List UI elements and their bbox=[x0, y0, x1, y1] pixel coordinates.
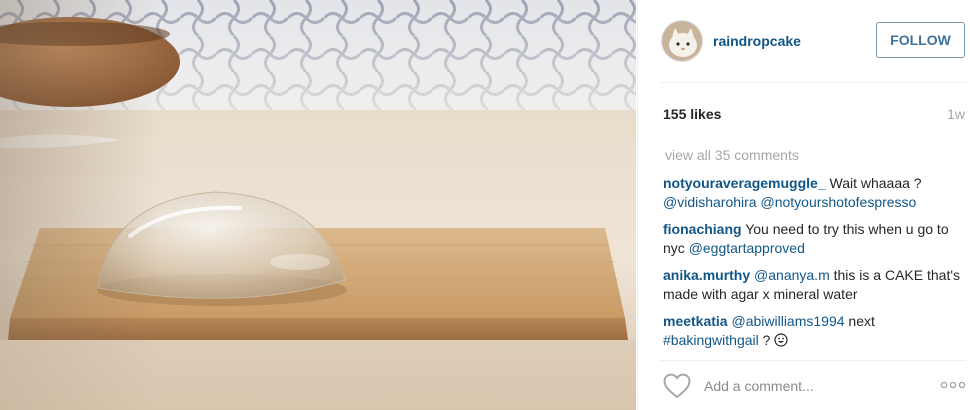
comment-item: anika.murthy @ananya.m this is a CAKE th… bbox=[663, 266, 963, 304]
comment-mention[interactable]: @ananya.m bbox=[754, 267, 830, 283]
comment-mention[interactable]: @eggtartapproved bbox=[689, 240, 805, 256]
follow-button[interactable]: FOLLOW bbox=[876, 22, 965, 58]
comment-mention[interactable]: @notyourshotofespresso bbox=[760, 194, 916, 210]
comment-username[interactable]: fionachiang bbox=[663, 221, 742, 237]
post-sidebar: raindropcake FOLLOW 155 likes 1w view al… bbox=[637, 0, 970, 410]
more-options-icon[interactable] bbox=[940, 376, 966, 394]
comment-item: notyouraveragemuggle_ Wait whaaaa ? @vidi… bbox=[663, 174, 963, 212]
view-all-comments-link[interactable]: view all 35 comments bbox=[665, 147, 799, 163]
comment-username[interactable]: notyouraveragemuggle_ bbox=[663, 175, 826, 191]
comment-text: ? bbox=[758, 332, 775, 348]
comment-text: next bbox=[844, 313, 875, 329]
comment-mention[interactable]: @abiwilliams1994 bbox=[731, 313, 844, 329]
comment-bar: Add a comment... bbox=[638, 360, 970, 410]
comment-item: fionachiang You need to try this when u … bbox=[663, 220, 963, 258]
likes-count[interactable]: 155 likes bbox=[663, 106, 721, 122]
comment-mention[interactable]: #bakingwithgail bbox=[663, 332, 759, 348]
comment-item: meetkatia @abiwilliams1994 next #bakingw… bbox=[663, 312, 963, 350]
comment-username[interactable]: anika.murthy bbox=[663, 267, 750, 283]
heart-outline-icon[interactable] bbox=[663, 373, 691, 399]
add-comment-input[interactable]: Add a comment... bbox=[704, 378, 814, 394]
comment-text: Wait whaaaa ? bbox=[825, 175, 922, 191]
author-username[interactable]: raindropcake bbox=[713, 33, 801, 49]
header-divider bbox=[660, 82, 966, 83]
post-header: raindropcake FOLLOW bbox=[638, 0, 970, 82]
avatar[interactable] bbox=[661, 20, 703, 62]
post-age[interactable]: 1w bbox=[947, 106, 965, 122]
raindrop-cake-photo bbox=[0, 0, 636, 410]
raindrop-cake-avatar bbox=[662, 21, 702, 61]
comment-username[interactable]: meetkatia bbox=[663, 313, 728, 329]
comment-mention[interactable]: @vidisharohira bbox=[663, 194, 757, 210]
post-photo[interactable] bbox=[0, 0, 636, 410]
grinning-emoji-icon bbox=[774, 333, 788, 347]
comment-list: notyouraveragemuggle_ Wait whaaaa ? @vidi… bbox=[663, 174, 963, 358]
